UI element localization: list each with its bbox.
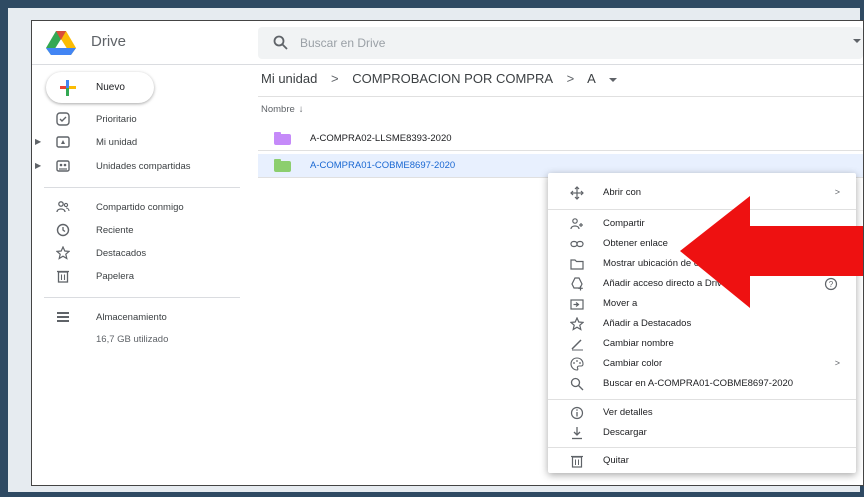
sidebar-item-label: Mi unidad [96, 137, 138, 148]
menu-item-label: Descargar [603, 427, 647, 438]
drive-icon [56, 136, 70, 148]
sidebar-item-label: Unidades compartidas [96, 161, 191, 172]
menu-item-search-in[interactable]: Buscar en A-COMPRA01-COBME8697-2020 [548, 374, 856, 394]
storage-icon [57, 312, 69, 322]
rename-icon [571, 339, 583, 351]
menu-divider [548, 399, 856, 400]
menu-item-label: Añadir a Destacados [603, 318, 692, 329]
drive-window: Drive Nuevo Prioritario ▶ Mi unidad ▶ Un… [31, 20, 864, 486]
menu-item-label: Compartir [603, 218, 645, 229]
search-bar[interactable] [258, 27, 863, 59]
breadcrumb-item[interactable]: COMPROBACION POR COMPRA [352, 71, 553, 86]
folder-icon [274, 132, 291, 145]
expand-caret-icon[interactable]: ▶ [35, 161, 41, 170]
column-header-name[interactable]: Nombre ↓ [261, 104, 304, 115]
menu-item-view-details[interactable]: Ver detalles [548, 403, 856, 423]
breadcrumb-item[interactable]: Mi unidad [261, 71, 317, 86]
annotation-arrow-icon [680, 196, 863, 308]
search-input[interactable] [300, 33, 820, 53]
sidebar-item-my-drive[interactable]: ▶ Mi unidad [32, 134, 232, 154]
drive-logo-icon[interactable] [46, 31, 76, 55]
sidebar-item-starred[interactable]: Destacados [32, 245, 232, 265]
file-name: A-COMPRA01-COBME8697-2020 [310, 160, 456, 171]
add-shortcut-icon [571, 277, 583, 291]
menu-item-download[interactable]: Descargar [548, 423, 856, 443]
submenu-chevron-icon: > [834, 358, 840, 368]
sidebar-divider [44, 187, 240, 188]
breadcrumb-separator: > [331, 71, 339, 86]
breadcrumb-dropdown-icon[interactable] [609, 77, 618, 82]
share-icon [570, 218, 583, 230]
sidebar-item-label: Reciente [96, 225, 134, 236]
menu-item-change-color[interactable]: Cambiar color > [548, 354, 856, 374]
menu-divider [548, 447, 856, 448]
sidebar-item-storage[interactable]: Almacenamiento [32, 309, 232, 329]
search-icon [570, 377, 584, 391]
download-icon [572, 427, 582, 440]
sidebar-item-shared-with-me[interactable]: Compartido conmigo [32, 199, 232, 219]
link-icon [570, 240, 584, 248]
breadcrumb-separator: > [566, 71, 575, 86]
info-icon [570, 406, 584, 420]
file-name: A-COMPRA02-LLSME8393-2020 [310, 133, 452, 144]
shared-drives-icon [56, 160, 70, 172]
star-icon [56, 246, 70, 260]
storage-usage: 16,7 GB utilizado [96, 334, 169, 345]
sidebar-item-label: Almacenamiento [96, 312, 167, 323]
check-circle-icon [56, 112, 70, 126]
palette-icon [570, 357, 584, 371]
menu-item-add-starred[interactable]: Añadir a Destacados [548, 314, 856, 334]
trash-icon [571, 455, 583, 468]
expand-caret-icon[interactable]: ▶ [35, 137, 41, 146]
sidebar-item-label: Compartido conmigo [96, 202, 184, 213]
star-icon [570, 317, 584, 331]
folder-icon [274, 159, 291, 172]
sidebar-item-trash[interactable]: Papelera [32, 268, 232, 288]
menu-item-label: Cambiar nombre [603, 338, 674, 349]
sidebar-item-label: Papelera [96, 271, 135, 282]
move-icon [570, 299, 584, 310]
column-header-label: Nombre [261, 104, 295, 115]
menu-item-rename[interactable]: Cambiar nombre [548, 334, 856, 354]
menu-item-label: Ver detalles [603, 407, 653, 418]
menu-item-remove[interactable]: Quitar [548, 451, 856, 471]
open-with-icon [570, 186, 584, 200]
plus-icon [60, 80, 76, 96]
breadcrumb: Mi unidad > COMPROBACION POR COMPRA > A [261, 71, 627, 86]
menu-item-label: Obtener enlace [603, 238, 668, 249]
app-brand: Drive [91, 33, 127, 50]
folder-outline-icon [570, 259, 584, 270]
menu-item-label: Quitar [603, 455, 629, 466]
top-bar: Drive [32, 21, 863, 65]
new-button-label: Nuevo [96, 82, 125, 93]
sidebar-item-recent[interactable]: Reciente [32, 222, 232, 242]
new-button[interactable]: Nuevo [46, 72, 154, 103]
menu-item-label: Abrir con [603, 187, 642, 198]
menu-item-label: Cambiar color [603, 358, 663, 369]
sidebar-item-priority[interactable]: Prioritario [32, 111, 232, 131]
sidebar-item-shared-drives[interactable]: ▶ Unidades compartidas [32, 158, 232, 178]
clock-icon [56, 223, 70, 237]
menu-item-label: Mover a [603, 298, 638, 309]
menu-item-label: Buscar en A-COMPRA01-COBME8697-2020 [603, 378, 794, 389]
search-icon[interactable] [272, 34, 290, 52]
sidebar-item-label: Destacados [96, 248, 147, 259]
trash-icon [57, 270, 69, 283]
people-icon [56, 201, 70, 213]
breadcrumb-current[interactable]: A [587, 71, 596, 86]
search-options-icon[interactable] [853, 39, 861, 43]
header-divider [258, 96, 863, 97]
sidebar-divider [44, 297, 240, 298]
sidebar-item-label: Prioritario [96, 114, 137, 125]
sort-arrow-icon[interactable]: ↓ [299, 104, 304, 115]
file-row[interactable]: A-COMPRA02-LLSME8393-2020 [258, 127, 863, 151]
